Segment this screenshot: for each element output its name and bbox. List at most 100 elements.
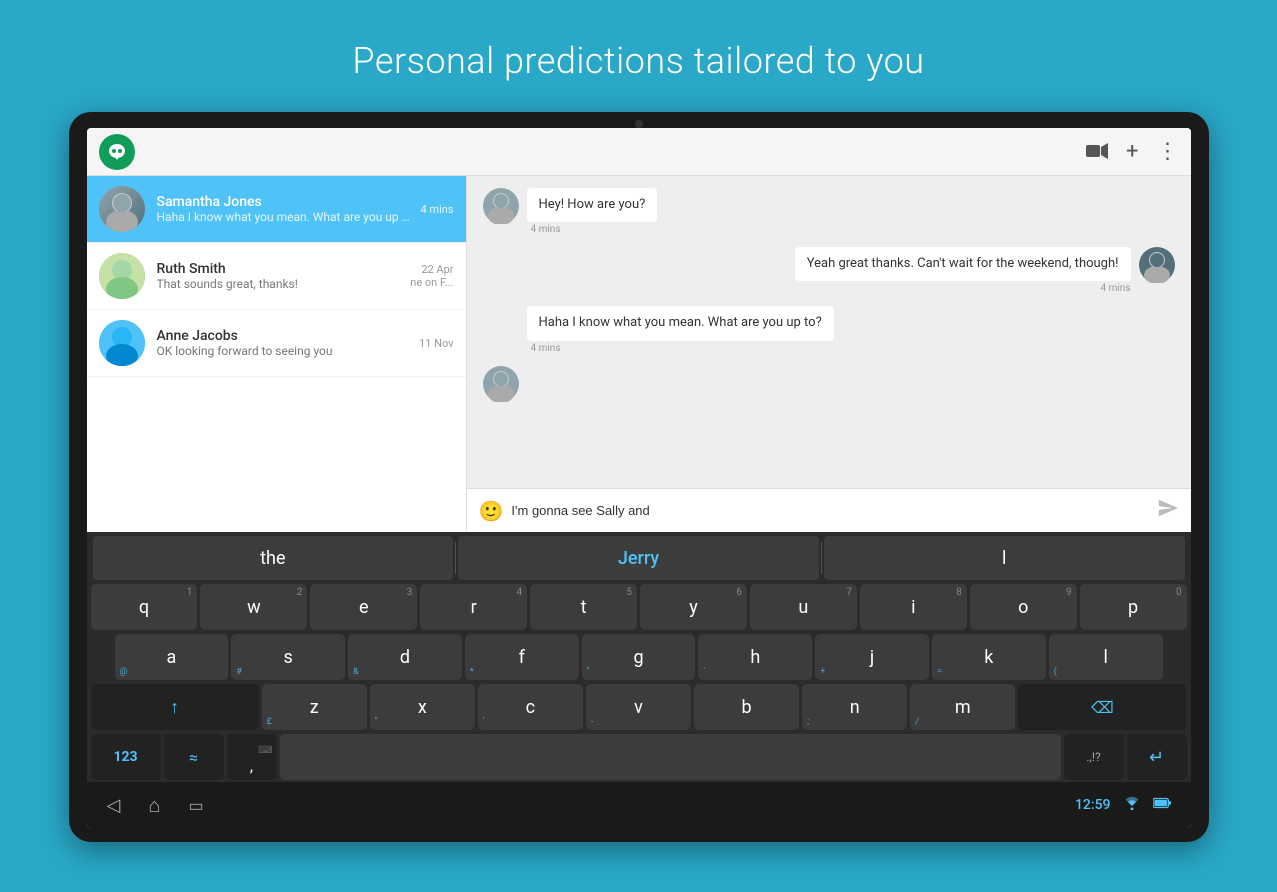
key-l[interactable]: (l xyxy=(1049,634,1163,680)
key-u[interactable]: 7u xyxy=(750,584,857,630)
contact-info-anne: Anne Jacobs OK looking forward to seeing… xyxy=(157,328,412,358)
avatar-anne xyxy=(99,320,145,366)
add-icon[interactable]: + xyxy=(1126,139,1138,164)
tablet-camera xyxy=(635,120,643,128)
suggestion-divider-1 xyxy=(455,542,456,574)
key-q[interactable]: 1q xyxy=(91,584,198,630)
chat-messages: Hey! How are you? 4 mins Yeah great than… xyxy=(467,176,1191,488)
contact-info-ruth: Ruth Smith That sounds great, thanks! xyxy=(157,261,395,291)
tablet-screen: + ⋮ Sam xyxy=(87,128,1191,828)
contact-name-anne: Anne Jacobs xyxy=(157,328,412,344)
msg-text-1: Hey! How are you? xyxy=(527,188,658,222)
key-c[interactable]: 'c xyxy=(478,684,583,730)
key-o[interactable]: 9o xyxy=(970,584,1077,630)
contact-time-samantha: 4 mins xyxy=(421,203,454,216)
wifi-icon xyxy=(1123,796,1141,814)
key-g[interactable]: "g xyxy=(582,634,696,680)
key-a[interactable]: @a xyxy=(115,634,229,680)
nav-bar-left: ◁ ⌂ ▭ xyxy=(107,793,204,818)
contact-item-anne[interactable]: Anne Jacobs OK looking forward to seeing… xyxy=(87,310,466,377)
key-b[interactable]: b xyxy=(694,684,799,730)
key-r[interactable]: 4r xyxy=(420,584,527,630)
contact-item-ruth[interactable]: Ruth Smith That sounds great, thanks! 22… xyxy=(87,243,466,310)
key-s[interactable]: #s xyxy=(231,634,345,680)
key-punctuation[interactable]: .,!? xyxy=(1064,734,1124,780)
contact-preview-ruth: That sounds great, thanks! xyxy=(157,277,395,291)
key-m[interactable]: /m xyxy=(910,684,1015,730)
suggestion-right[interactable]: l xyxy=(824,536,1185,580)
chat-input-area: 🙂 xyxy=(467,488,1191,532)
message-row-1: Hey! How are you? 4 mins xyxy=(483,188,1175,235)
key-space[interactable] xyxy=(280,734,1061,780)
key-z[interactable]: £z xyxy=(262,684,367,730)
chat-area: Hey! How are you? 4 mins Yeah great than… xyxy=(467,176,1191,532)
key-row-2: @a #s &d *f "g 'h +j =k (l xyxy=(91,634,1187,680)
nav-time: 12:59 xyxy=(1075,797,1111,813)
back-button[interactable]: ◁ xyxy=(107,795,121,816)
contact-preview-samantha: Haha I know what you mean. What are you … xyxy=(157,210,413,224)
suggestion-center[interactable]: Jerry xyxy=(458,536,819,580)
msg-bubble-3: Haha I know what you mean. What are you … xyxy=(527,306,834,353)
suggestion-left[interactable]: the xyxy=(93,536,454,580)
key-h[interactable]: 'h xyxy=(698,634,812,680)
key-row-1: 1q 2w 3e 4r 5t 6y 7u 8i 9o 0p xyxy=(91,584,1187,630)
recents-button[interactable]: ▭ xyxy=(188,796,203,815)
tablet-frame: + ⋮ Sam xyxy=(69,112,1209,842)
msg-avatar-3-empty xyxy=(483,306,519,342)
nav-bar-right: 12:59 xyxy=(1075,796,1171,814)
msg-avatar-4 xyxy=(483,366,519,402)
key-d[interactable]: &d xyxy=(348,634,462,680)
contact-name-samantha: Samantha Jones xyxy=(157,194,413,210)
contact-info-samantha: Samantha Jones Haha I know what you mean… xyxy=(157,194,413,224)
avatar-ruth xyxy=(99,253,145,299)
top-bar: + ⋮ xyxy=(87,128,1191,176)
nav-bar: ◁ ⌂ ▭ 12:59 xyxy=(87,782,1191,828)
key-w[interactable]: 2w xyxy=(200,584,307,630)
msg-time-2: 4 mins xyxy=(795,283,1131,294)
message-row-3: Haha I know what you mean. What are you … xyxy=(483,306,1175,353)
home-button[interactable]: ⌂ xyxy=(148,793,160,818)
msg-time-3: 4 mins xyxy=(527,343,834,354)
key-p[interactable]: 0p xyxy=(1080,584,1187,630)
msg-avatar-2 xyxy=(1139,247,1175,283)
key-backspace[interactable]: ⌫ xyxy=(1018,684,1186,730)
msg-time-1: 4 mins xyxy=(527,224,658,235)
key-comma[interactable]: ⌨ , xyxy=(227,734,277,780)
contact-time-ruth-2: ne on F... xyxy=(410,276,453,289)
send-button[interactable] xyxy=(1157,497,1179,524)
message-row-4 xyxy=(483,366,1175,402)
suggestion-divider-2 xyxy=(821,542,822,574)
contact-time-anne: 11 Nov xyxy=(419,337,453,350)
key-n[interactable]: ;n xyxy=(802,684,907,730)
battery-icon xyxy=(1153,797,1171,813)
avatar-samantha xyxy=(99,186,145,232)
key-v[interactable]: -v xyxy=(586,684,691,730)
contact-preview-anne: OK looking forward to seeing you xyxy=(157,344,412,358)
key-123[interactable]: 123 xyxy=(91,734,161,780)
suggestions-row: the Jerry l xyxy=(91,536,1187,580)
app-area: Samantha Jones Haha I know what you mean… xyxy=(87,176,1191,532)
key-y[interactable]: 6y xyxy=(640,584,747,630)
msg-text-3: Haha I know what you mean. What are you … xyxy=(527,306,834,340)
key-swipe[interactable]: ≈ xyxy=(164,734,224,780)
key-i[interactable]: 8i xyxy=(860,584,967,630)
contact-item-samantha[interactable]: Samantha Jones Haha I know what you mean… xyxy=(87,176,466,243)
key-k[interactable]: =k xyxy=(932,634,1046,680)
key-enter[interactable]: ↵ xyxy=(1127,734,1187,780)
key-x[interactable]: "x xyxy=(370,684,475,730)
msg-avatar-1 xyxy=(483,188,519,224)
key-t[interactable]: 5t xyxy=(530,584,637,630)
key-e[interactable]: 3e xyxy=(310,584,417,630)
key-f[interactable]: *f xyxy=(465,634,579,680)
key-row-3: ↑ £z "x 'c -v b ;n /m ⌫ xyxy=(91,684,1187,730)
key-j[interactable]: +j xyxy=(815,634,929,680)
hangouts-logo xyxy=(99,134,135,170)
sidebar: Samantha Jones Haha I know what you mean… xyxy=(87,176,467,532)
more-icon[interactable]: ⋮ xyxy=(1157,139,1179,164)
video-icon[interactable] xyxy=(1086,140,1108,164)
emoji-button[interactable]: 🙂 xyxy=(479,499,504,523)
chat-input[interactable] xyxy=(511,503,1148,518)
msg-bubble-1: Hey! How are you? 4 mins xyxy=(527,188,658,235)
key-shift[interactable]: ↑ xyxy=(91,684,259,730)
message-row-2: Yeah great thanks. Can't wait for the we… xyxy=(483,247,1175,294)
